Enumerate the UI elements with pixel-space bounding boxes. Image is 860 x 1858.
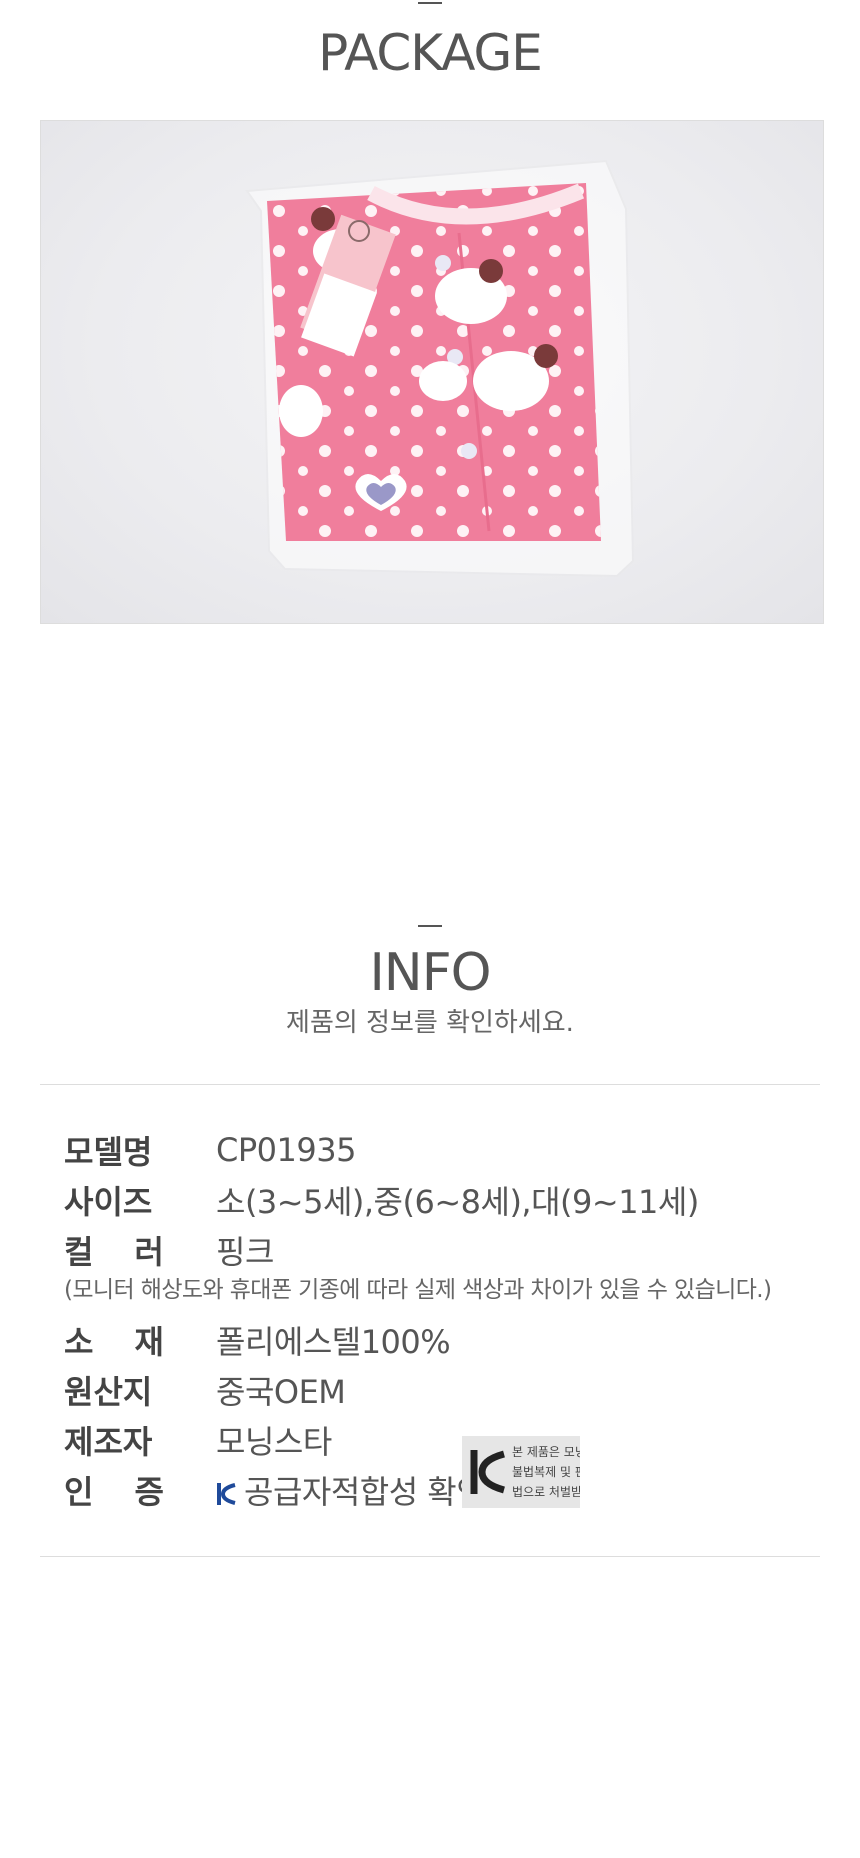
packaged-pajama-image [245, 159, 635, 578]
package-photo [40, 120, 824, 624]
kc-mark-line-3: 법으로 처벌받 [512, 1485, 580, 1499]
kc-mark-icon [470, 1450, 505, 1494]
color-value: 핑크 [216, 1233, 274, 1271]
kc-mark-line-1: 본 제품은 모닝 [512, 1445, 580, 1459]
color-label-char-2: 러 [134, 1233, 164, 1271]
material-label: 소 재 [64, 1317, 164, 1363]
row-model: 모델명 CP01935 [64, 1128, 356, 1172]
color-label-char-1: 컬 [64, 1233, 94, 1271]
row-maker: 제조자 모닝스타 [64, 1418, 332, 1462]
origin-value: 중국OEM [216, 1373, 346, 1411]
row-size: 사이즈 소(3~5세),중(6~8세),대(9~11세) [64, 1178, 699, 1222]
package-dash [418, 2, 442, 4]
kc-logo-icon [217, 1483, 236, 1505]
cert-label: 인 증 [64, 1467, 164, 1513]
material-value: 폴리에스텔100% [216, 1323, 451, 1361]
cert-value: 공급자적합성 확인 [244, 1473, 486, 1511]
size-label: 사이즈 [64, 1183, 153, 1221]
material-label-char-1: 소 [64, 1323, 94, 1361]
color-label: 컬 러 [64, 1227, 164, 1273]
kc-mark-line-2: 불법복제 및 판 [512, 1465, 580, 1479]
model-label: 모델명 [64, 1133, 153, 1171]
maker-label: 제조자 [64, 1423, 153, 1461]
row-color: 컬 러 핑크 [64, 1228, 274, 1272]
row-origin: 원산지 중국OEM [64, 1368, 346, 1412]
size-value: 소(3~5세),중(6~8세),대(9~11세) [216, 1183, 699, 1221]
cert-value-wrap: 공급자적합성 확인 [216, 1467, 486, 1513]
info-title: INFO [369, 943, 491, 1003]
package-title: PACKAGE [318, 24, 543, 82]
material-label-char-2: 재 [134, 1323, 164, 1361]
info-top-divider [40, 1084, 820, 1085]
model-value: CP01935 [216, 1131, 356, 1169]
maker-value: 모닝스타 [216, 1423, 332, 1461]
cert-label-char-2: 증 [134, 1473, 164, 1511]
color-note: (모니터 해상도와 휴대폰 기종에 따라 실제 색상과 차이가 있을 수 있습니… [64, 1277, 772, 1303]
cert-label-char-1: 인 [64, 1473, 94, 1511]
row-cert: 인 증 공급자적합성 확인 [64, 1467, 486, 1513]
info-dash [418, 925, 442, 927]
origin-label: 원산지 [64, 1373, 153, 1411]
row-material: 소 재 폴리에스텔100% [64, 1317, 451, 1363]
kc-mark-text: 본 제품은 모닝 불법복제 및 판 법으로 처벌받 [512, 1442, 580, 1502]
kc-certification-mark: 본 제품은 모닝 불법복제 및 판 법으로 처벌받 [462, 1436, 580, 1508]
info-subtitle: 제품의 정보를 확인하세요. [286, 1008, 574, 1038]
info-bottom-divider [40, 1556, 820, 1557]
